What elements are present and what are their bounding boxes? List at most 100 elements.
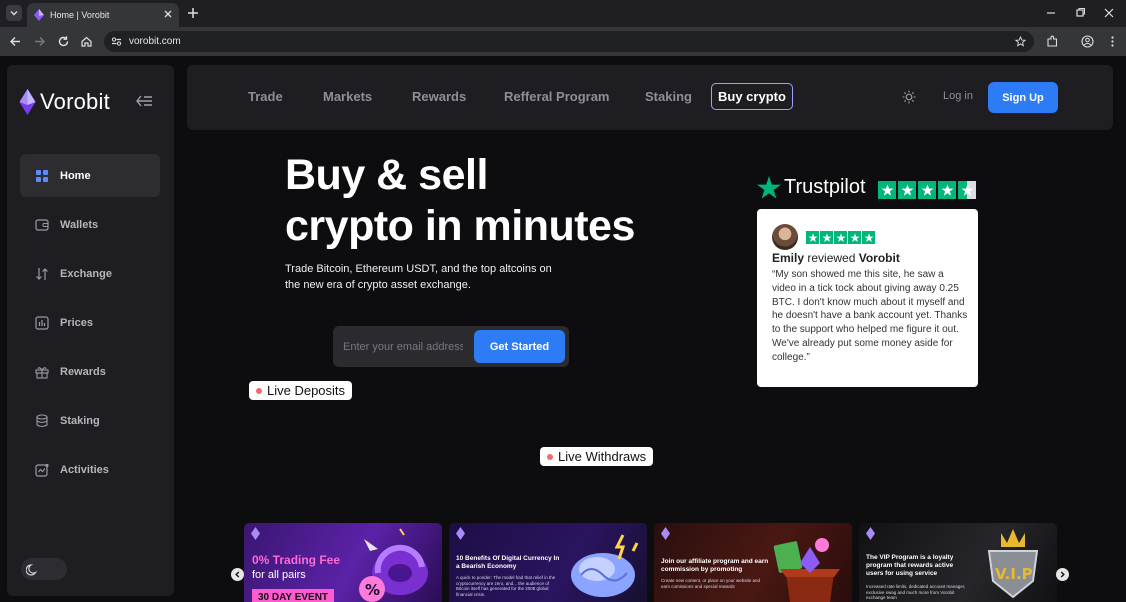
hero-subtitle: Trade Bitcoin, Ethereum USDT, and the to… [285,263,552,291]
sidebar-item-staking[interactable]: Staking [20,399,160,442]
address-bar[interactable]: vorobit.com [104,31,1034,52]
exchange-icon [36,267,48,280]
promo-headline: 10 Benefits Of Digital Currency In a Bea… [456,555,560,570]
carousel-next-button[interactable] [1056,568,1069,581]
profile-icon[interactable] [1081,35,1094,48]
promo-card-vip[interactable]: The VIP Program is a loyalty program tha… [859,523,1057,602]
promo-body: A quick to ponder: The model had that re… [456,575,556,597]
reviewer-line: Emily reviewed Vorobit [772,251,900,265]
brain-illustration [571,534,639,597]
sidebar-item-home[interactable]: Home [20,154,160,197]
live-withdraws-label: Live Withdraws [558,449,647,464]
vorobit-logo-icon [456,527,465,540]
sidebar-item-label: Rewards [60,365,106,378]
svg-text:%: % [365,581,380,599]
reload-icon[interactable] [57,35,70,48]
promo-headline: Join our affiliate program and earn comm… [661,558,769,573]
live-withdraws-badge: Live Withdraws [540,447,654,466]
reviewer-name: Emily [772,251,805,265]
percent-3d-illustration: % [359,528,428,602]
signup-button[interactable]: Sign Up [988,82,1058,113]
gift-box-illustration [773,538,840,602]
nav-link-trade[interactable]: Trade [248,89,283,104]
forward-arrow-icon[interactable] [33,35,46,48]
chevron-down-icon [10,11,18,16]
promo-headline: 0% Trading Fee [252,553,341,567]
chevron-right-icon [1060,571,1065,578]
collapse-sidebar-icon[interactable] [136,94,153,108]
rating-star-icon [834,231,847,244]
rating-star-icon [878,181,896,199]
extensions-puzzle-icon[interactable] [1046,35,1059,48]
sidebar: Vorobit Home Wallets Exchange Prices Rew… [7,65,174,596]
top-navigation: Trade Markets Rewards Refferal Program S… [187,65,1113,130]
nav-link-markets[interactable]: Markets [323,89,372,104]
promo-card-digital-currency[interactable]: 10 Benefits Of Digital Currency In a Bea… [449,523,647,602]
sun-icon[interactable] [902,90,916,104]
reviewed-word: reviewed [807,251,856,265]
vorobit-logo-icon [251,527,260,540]
restore-icon[interactable] [1074,7,1086,19]
svg-text:V.I.P: V.I.P [995,565,1033,583]
vorobit-logo-icon [866,527,875,540]
get-started-button[interactable]: Get Started [474,330,565,363]
kebab-menu-icon[interactable] [1106,35,1119,48]
promo-card-trading-fee[interactable]: 0% Trading Fee for all pairs 30 DAY EVEN… [244,523,442,602]
site-info-icon[interactable] [111,36,122,47]
rating-star-icon [918,181,936,199]
minimize-icon[interactable] [1045,7,1057,19]
rating-star-icon [862,231,875,244]
sidebar-item-activities[interactable]: Activities [20,448,160,491]
gift-icon [35,366,49,379]
rating-star-icon [898,181,916,199]
nav-link-buy-crypto[interactable]: Buy crypto [711,83,793,110]
theme-toggle[interactable] [21,558,67,580]
trustpilot-brand: Trustpilot [784,176,866,198]
nav-link-staking[interactable]: Staking [645,89,692,104]
sidebar-item-rewards[interactable]: Rewards [20,350,160,393]
new-tab-plus-icon[interactable] [186,6,200,20]
hero-title-line2: crypto in minutes [285,202,635,250]
review-rating-stars [806,231,875,244]
promo-card-affiliate[interactable]: Join our affiliate program and earn comm… [654,523,852,602]
activity-icon [35,463,49,477]
bookmark-star-icon[interactable] [1015,36,1026,47]
vip-shield-illustration: V.I.P [987,529,1039,599]
carousel-prev-button[interactable] [231,568,244,581]
brand-name: Vorobit [40,89,110,114]
back-arrow-icon[interactable] [9,35,22,48]
brand-logo[interactable]: Vorobit [19,89,110,115]
review-text: “My son showed me this site, he saw a vi… [772,269,968,363]
nav-link-referral-program[interactable]: Refferal Program [504,89,609,104]
sidebar-item-label: Activities [60,463,109,476]
sidebar-item-label: Prices [60,316,94,329]
rating-star-icon [938,181,956,199]
tab-title: Home | Vorobit [50,10,110,20]
email-signup-form: Get Started [333,326,569,367]
rating-star-icon [848,231,861,244]
promo-subline: for all pairs [252,569,306,581]
close-icon[interactable] [163,9,173,19]
sidebar-item-wallets[interactable]: Wallets [20,203,160,246]
chart-icon [35,315,49,330]
home-icon[interactable] [80,35,93,48]
moon-icon [26,563,38,576]
sidebar-item-label: Wallets [60,218,99,231]
url-text: vorobit.com [129,36,181,47]
promo-body: Increased rate limits, dedicated account… [866,584,966,600]
tab-search-button[interactable] [6,5,22,21]
trustpilot-rating-stars [878,181,976,199]
promo-badge: 30 DAY EVENT [252,589,335,602]
live-dot-icon [256,387,262,394]
live-dot-icon [547,453,553,460]
hero-title: Buy & sell crypto in minutes [285,150,705,252]
sidebar-item-exchange[interactable]: Exchange [20,252,160,295]
login-link[interactable]: Log in [943,90,973,102]
window-close-icon[interactable] [1103,7,1115,19]
nav-link-rewards[interactable]: Rewards [412,89,466,104]
email-input[interactable] [343,338,463,355]
trustpilot-star-icon [757,176,781,199]
browser-tab[interactable]: Home | Vorobit [27,3,179,27]
sidebar-item-prices[interactable]: Prices [20,301,160,344]
promo-body: Create new content, or place on your web… [661,578,761,589]
